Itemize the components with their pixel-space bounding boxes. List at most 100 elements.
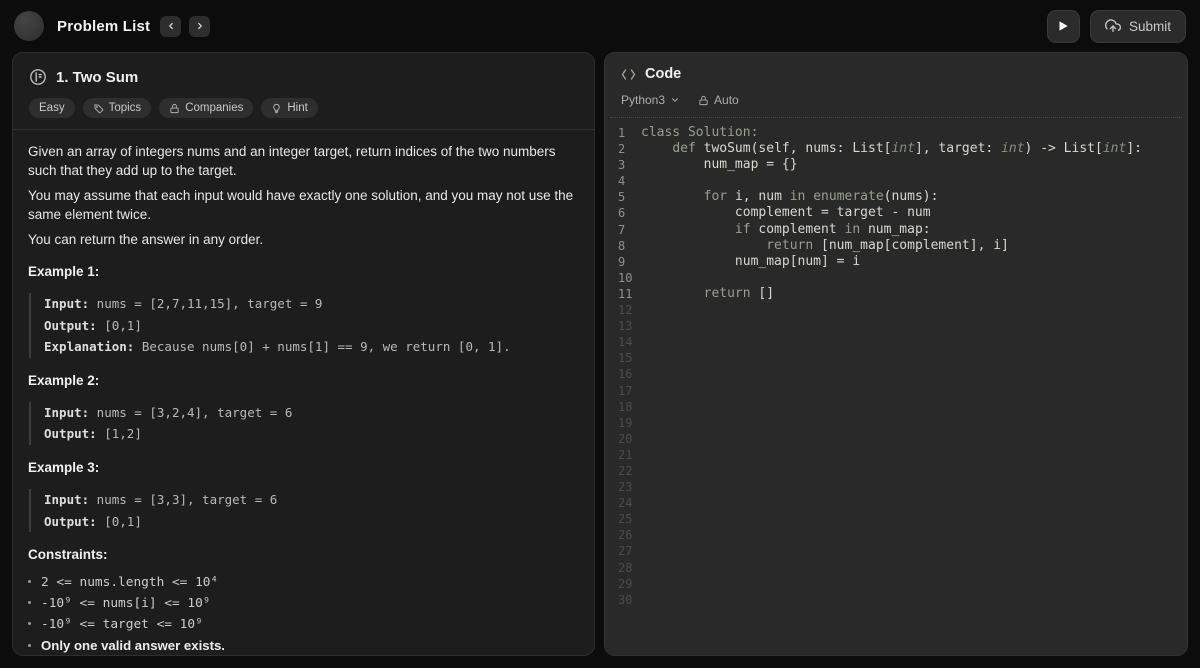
code-line-text: if complement in num_map: xyxy=(641,222,931,238)
code-token: (nums): xyxy=(884,189,939,204)
example-line: Output: [1,2] xyxy=(44,423,578,445)
line-number: 23 xyxy=(618,479,641,495)
line-number: 30 xyxy=(618,592,641,608)
line-number: 29 xyxy=(618,576,641,592)
line-number: 19 xyxy=(618,415,641,431)
example-line: Explanation: Because nums[0] + nums[1] =… xyxy=(44,336,578,358)
code-token: in xyxy=(790,189,813,204)
code-line-5[interactable]: 5 for i, num in enumerate(nums): xyxy=(605,189,1187,205)
lock-icon xyxy=(698,95,709,106)
code-line-28[interactable]: 28 xyxy=(605,560,1187,576)
language-label: Python3 xyxy=(621,93,665,107)
code-line-23[interactable]: 23 xyxy=(605,479,1187,495)
code-line-1[interactable]: 1class Solution: xyxy=(605,125,1187,141)
code-line-14[interactable]: 14 xyxy=(605,334,1187,350)
code-line-19[interactable]: 19 xyxy=(605,415,1187,431)
constraint-text: -10⁹ <= target <= 10⁹ xyxy=(41,618,203,631)
example-line-key: Output: xyxy=(44,318,97,333)
code-brackets-icon xyxy=(621,68,636,81)
code-line-text: return [num_map[complement], i] xyxy=(641,238,1009,254)
code-line-8[interactable]: 8 return [num_map[complement], i] xyxy=(605,238,1187,254)
run-button[interactable] xyxy=(1047,10,1080,43)
code-token: num_map = {} xyxy=(641,157,798,172)
avatar[interactable] xyxy=(14,11,44,41)
code-line-30[interactable]: 30 xyxy=(605,592,1187,608)
code-line-27[interactable]: 27 xyxy=(605,543,1187,559)
constraint-text: Only one valid answer exists. xyxy=(41,639,225,652)
line-number: 2 xyxy=(618,141,641,157)
code-token: enumerate xyxy=(813,189,883,204)
code-line-18[interactable]: 18 xyxy=(605,399,1187,415)
code-editor[interactable]: 1class Solution:2 def twoSum(self, nums:… xyxy=(605,118,1187,608)
problem-title-row: 1. Two Sum xyxy=(29,68,578,86)
code-line-29[interactable]: 29 xyxy=(605,576,1187,592)
code-line-text: num_map[num] = i xyxy=(641,254,860,270)
code-line-9[interactable]: 9 num_map[num] = i xyxy=(605,254,1187,270)
code-token: [num_map[complement], i] xyxy=(821,238,1009,253)
example-line: Input: nums = [2,7,11,15], target = 9 xyxy=(44,293,578,315)
example-block-1: Input: nums = [2,7,11,15], target = 9Out… xyxy=(29,293,578,358)
tag-label: Easy xyxy=(39,102,65,114)
code-line-25[interactable]: 25 xyxy=(605,511,1187,527)
example-label-1: Example 1: xyxy=(28,264,578,279)
example-line: Output: [0,1] xyxy=(44,315,578,337)
code-token: complement xyxy=(758,222,844,237)
submit-button[interactable]: Submit xyxy=(1090,10,1186,43)
tag-topics[interactable]: Topics xyxy=(83,98,152,118)
next-problem-button[interactable] xyxy=(189,16,210,37)
tag-label: Companies xyxy=(185,102,243,114)
code-line-4[interactable]: 4 xyxy=(605,173,1187,189)
code-line-24[interactable]: 24 xyxy=(605,495,1187,511)
code-line-text: complement = target - num xyxy=(641,205,931,221)
code-line-22[interactable]: 22 xyxy=(605,463,1187,479)
line-number: 24 xyxy=(618,495,641,511)
line-number: 10 xyxy=(618,270,641,286)
example-label-3: Example 3: xyxy=(28,460,578,475)
code-token: ]: xyxy=(1126,141,1142,156)
problem-list-button[interactable]: Problem List xyxy=(57,18,150,35)
language-selector[interactable]: Python3 xyxy=(621,93,680,107)
code-token: return xyxy=(766,238,821,253)
constraint-item: Only one valid answer exists. xyxy=(28,639,578,652)
code-line-11[interactable]: 11 return [] xyxy=(605,286,1187,302)
code-line-2[interactable]: 2 def twoSum(self, nums: List[int], targ… xyxy=(605,141,1187,157)
code-line-15[interactable]: 15 xyxy=(605,350,1187,366)
previous-problem-button[interactable] xyxy=(160,16,181,37)
play-icon xyxy=(1056,19,1070,33)
line-number: 28 xyxy=(618,560,641,576)
chevron-down-icon xyxy=(670,95,680,105)
auto-label: Auto xyxy=(714,93,739,107)
code-line-21[interactable]: 21 xyxy=(605,447,1187,463)
lightbulb-icon xyxy=(271,103,282,114)
code-line-16[interactable]: 16 xyxy=(605,366,1187,382)
code-line-10[interactable]: 10 xyxy=(605,270,1187,286)
code-line-17[interactable]: 17 xyxy=(605,383,1187,399)
tag-companies[interactable]: Companies xyxy=(159,98,253,118)
line-number: 8 xyxy=(618,238,641,254)
code-line-13[interactable]: 13 xyxy=(605,318,1187,334)
code-line-3[interactable]: 3 num_map = {} xyxy=(605,157,1187,173)
code-line-6[interactable]: 6 complement = target - num xyxy=(605,205,1187,221)
tag-easy[interactable]: Easy xyxy=(29,98,75,118)
code-token: ], target: xyxy=(915,141,1001,156)
code-line-12[interactable]: 12 xyxy=(605,302,1187,318)
example-block-3: Input: nums = [3,3], target = 6Output: [… xyxy=(29,489,578,532)
code-token: i, num xyxy=(735,189,790,204)
topbar-actions: Submit xyxy=(1047,10,1186,43)
code-line-26[interactable]: 26 xyxy=(605,527,1187,543)
example-block-2: Input: nums = [3,2,4], target = 6Output:… xyxy=(29,402,578,445)
code-line-7[interactable]: 7 if complement in num_map: xyxy=(605,222,1187,238)
tag-hint[interactable]: Hint xyxy=(261,98,317,118)
auto-toggle[interactable]: Auto xyxy=(698,93,739,107)
code-line-20[interactable]: 20 xyxy=(605,431,1187,447)
code-line-text: for i, num in enumerate(nums): xyxy=(641,189,938,205)
line-number: 26 xyxy=(618,527,641,543)
constraint-item: -10⁹ <= target <= 10⁹ xyxy=(28,618,578,631)
code-token: for xyxy=(704,189,735,204)
example-line: Output: [0,1] xyxy=(44,511,578,533)
code-title-row: Code xyxy=(621,66,1171,82)
description-paragraph: You can return the answer in any order. xyxy=(28,230,578,249)
example-line-key: Explanation: xyxy=(44,339,134,354)
line-number: 14 xyxy=(618,334,641,350)
description-paragraph: Given an array of integers nums and an i… xyxy=(28,142,578,180)
